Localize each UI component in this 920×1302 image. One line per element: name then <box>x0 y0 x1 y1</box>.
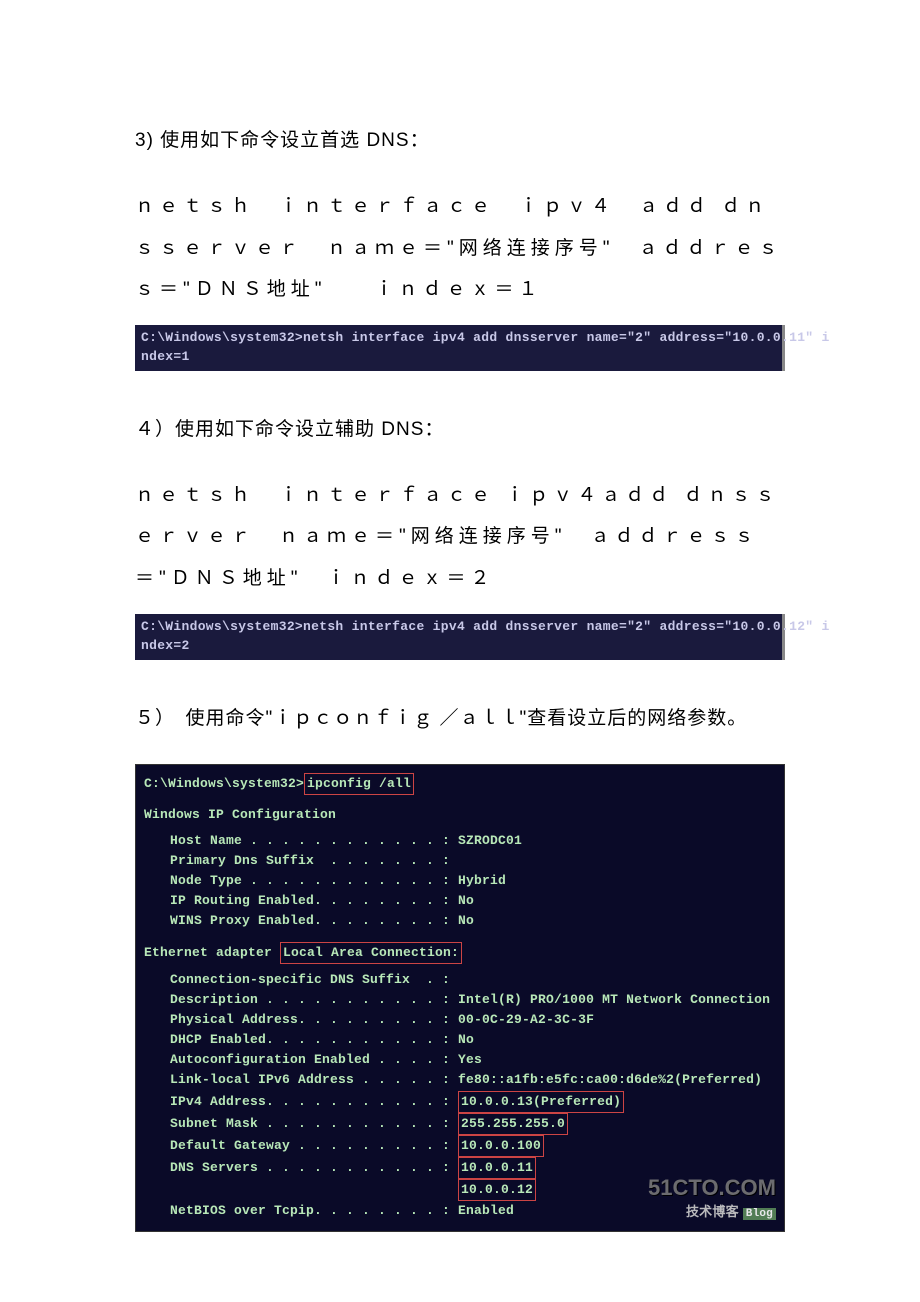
kv-val: 10.0.0.13(Preferred) <box>458 1091 624 1113</box>
kv-val: Yes <box>458 1052 482 1067</box>
kv-val: No <box>458 913 474 928</box>
kv-val: 10.0.0.12 <box>458 1179 536 1201</box>
kv-key: NetBIOS over Tcpip. . . . . . . . : <box>170 1203 458 1218</box>
watermark-line1: 51CTO.COM <box>648 1171 776 1205</box>
kv-key: Autoconfiguration Enabled . . . . : <box>170 1052 458 1067</box>
kv-key: DHCP Enabled. . . . . . . . . . . : <box>170 1032 458 1047</box>
kv-key: Host Name . . . . . . . . . . . . : <box>170 833 458 848</box>
watermark: 51CTO.COM 技术博客 Blog <box>648 1171 776 1223</box>
kv-key: Subnet Mask . . . . . . . . . . . : <box>170 1116 458 1131</box>
header2-prefix: Ethernet adapter <box>144 945 280 960</box>
ipconfig-rows1: Host Name . . . . . . . . . . . . : SZRO… <box>144 831 776 932</box>
kv-row: Node Type . . . . . . . . . . . . : Hybr… <box>170 871 776 891</box>
step4-terminal: C:\Windows\system32>netsh interface ipv4… <box>135 614 785 660</box>
kv-key: Link-local IPv6 Address . . . . . : <box>170 1072 458 1087</box>
kv-key: DNS Servers . . . . . . . . . . . : <box>170 1160 458 1175</box>
step5-title: ５） 使用命令"ｉｐｃｏｎｆｉｇ ／ａｌｌ"查看设立后的网络参数。 <box>135 698 785 740</box>
kv-key: Default Gateway . . . . . . . . . : <box>170 1138 458 1153</box>
kv-val: 255.255.255.0 <box>458 1113 568 1135</box>
kv-row: IPv4 Address. . . . . . . . . . . : 10.0… <box>170 1091 776 1113</box>
kv-key: Physical Address. . . . . . . . . : <box>170 1012 458 1027</box>
step3-cmd: ｎｅｔｓｈ ｉｎｔｅｒｆａｃｅ ｉｐｖ４ ａｄｄ ｄｎｓｓｅｒｖｅｒ ｎａｍｅ＝… <box>135 186 785 311</box>
kv-key: WINS Proxy Enabled. . . . . . . . : <box>170 913 458 928</box>
prompt-prefix: C:\Windows\system32> <box>144 776 304 791</box>
kv-row: Primary Dns Suffix . . . . . . . : <box>170 851 776 871</box>
kv-row: Description . . . . . . . . . . . : Inte… <box>170 990 776 1010</box>
ipconfig-cmd: ipconfig /all <box>304 773 414 795</box>
kv-key: Node Type . . . . . . . . . . . . : <box>170 873 458 888</box>
kv-row: Connection-specific DNS Suffix . : <box>170 970 776 990</box>
watermark-line2: 技术博客 Blog <box>648 1203 776 1223</box>
kv-row: IP Routing Enabled. . . . . . . . : No <box>170 891 776 911</box>
step4-cmd: ｎｅｔｓｈ ｉｎｔｅｒｆａｃｅ ｉｐｖ４ａｄｄ ｄｎｓｓｅｒｖｅｒ ｎａｍｅ＝"… <box>135 475 785 600</box>
kv-row: WINS Proxy Enabled. . . . . . . . : No <box>170 911 776 931</box>
kv-val: SZRODC01 <box>458 833 522 848</box>
kv-row: Default Gateway . . . . . . . . . : 10.0… <box>170 1135 776 1157</box>
header2-highlight: Local Area Connection: <box>280 942 462 964</box>
kv-row: Autoconfiguration Enabled . . . . : Yes <box>170 1050 776 1070</box>
kv-key: Description . . . . . . . . . . . : <box>170 992 458 1007</box>
kv-val: fe80::a1fb:e5fc:ca00:d6de%2(Preferred) <box>458 1072 762 1087</box>
kv-row: DHCP Enabled. . . . . . . . . . . : No <box>170 1030 776 1050</box>
kv-val: Intel(R) PRO/1000 MT Network Connection <box>458 992 770 1007</box>
ipconfig-rows2: Connection-specific DNS Suffix . : Descr… <box>144 970 776 1091</box>
step4-title: ４）使用如下命令设立辅助 DNS： <box>135 409 785 451</box>
kv-val: No <box>458 893 474 908</box>
kv-val: Enabled <box>458 1203 514 1218</box>
step3-title: 3) 使用如下命令设立首选 DNS： <box>135 120 785 162</box>
watermark-text: 技术博客 <box>686 1205 739 1220</box>
kv-row: Host Name . . . . . . . . . . . . : SZRO… <box>170 831 776 851</box>
ipconfig-header2: Ethernet adapter Local Area Connection: <box>144 942 776 964</box>
kv-key: Connection-specific DNS Suffix . : <box>170 972 458 987</box>
kv-key: Primary Dns Suffix . . . . . . . : <box>170 853 458 868</box>
watermark-blog: Blog <box>743 1208 776 1220</box>
kv-key: IP Routing Enabled. . . . . . . . : <box>170 893 458 908</box>
kv-val: 10.0.0.11 <box>458 1157 536 1179</box>
kv-val: 00-0C-29-A2-3C-3F <box>458 1012 594 1027</box>
kv-key <box>170 1182 458 1197</box>
ipconfig-terminal: C:\Windows\system32>ipconfig /all Window… <box>135 764 785 1233</box>
ipconfig-header1: Windows IP Configuration <box>144 805 776 825</box>
kv-key: IPv4 Address. . . . . . . . . . . : <box>170 1094 458 1109</box>
kv-row: Physical Address. . . . . . . . . : 00-0… <box>170 1010 776 1030</box>
kv-val: Hybrid <box>458 873 506 888</box>
step3-terminal: C:\Windows\system32>netsh interface ipv4… <box>135 325 785 371</box>
kv-row: Link-local IPv6 Address . . . . . : fe80… <box>170 1070 776 1090</box>
ipconfig-prompt-line: C:\Windows\system32>ipconfig /all <box>144 773 776 795</box>
kv-val: 10.0.0.100 <box>458 1135 544 1157</box>
kv-row: Subnet Mask . . . . . . . . . . . : 255.… <box>170 1113 776 1135</box>
kv-val: No <box>458 1032 474 1047</box>
